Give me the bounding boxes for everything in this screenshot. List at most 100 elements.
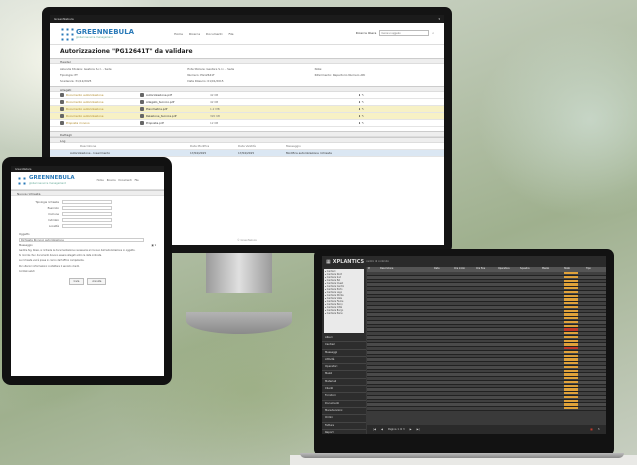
oggetto-input[interactable]: Richiesta Rinnovo autorizzazione [19,238,144,242]
form-input[interactable] [62,200,112,204]
attachment-file-cell[interactable]: Allegato_tecnico.pdf [140,100,210,104]
last-page-icon[interactable]: ▶| [417,428,420,431]
sidebar-item[interactable]: Materiali [322,379,366,387]
grid-cell [379,340,433,343]
sidebar-item[interactable]: Alberi [322,335,366,343]
grid-cell [379,381,433,384]
attachment-list: Documento autorizzazione Autorizzazione.p… [50,92,444,127]
grid-cell [585,276,605,279]
grid-cell [453,332,475,335]
send-button[interactable]: Invia [68,278,85,286]
grid-cell [585,313,605,316]
sidebar-item[interactable]: Messaggi [322,350,366,357]
attachment-file-cell[interactable]: Planimetria.pdf [140,107,210,111]
nav-home[interactable]: Home [174,32,183,36]
grid-cell [541,306,563,309]
grid-cell [519,362,541,365]
grid-cell [453,291,475,294]
nav-file[interactable]: File [228,32,233,36]
tablet-nav-home[interactable]: Home [97,179,104,182]
form-input[interactable] [62,206,112,210]
sidebar-item[interactable]: Operatori [322,364,366,372]
log-col-desc: Descrizione [80,144,97,148]
grid-cell [379,355,433,358]
status-pill [564,335,578,339]
attachment-row[interactable]: Documento autorizzazione Relazione_tecnic… [50,113,444,120]
grid-cell [497,280,519,283]
user-menu[interactable]: ▾ [438,17,440,21]
file-icon [140,114,144,118]
attachment-actions[interactable]: ⬇ ✎ [358,107,364,111]
grid-row[interactable] [367,407,606,411]
form-input[interactable] [62,218,112,222]
message-body[interactable]: Gentile Sig. Rossi, si richiede la docum… [11,248,164,274]
attachment-row[interactable]: Documento autorizzazione Allegato_tecnico… [50,99,444,106]
sidebar-item[interactable]: Fatture [322,423,366,430]
prev-page-icon[interactable]: ◀ [381,428,383,431]
status-pill [564,302,578,305]
grid-cell [497,325,519,328]
attachment-row[interactable]: Documento autorizzazione Planimetria.pdf 1… [50,106,444,113]
first-page-icon[interactable]: |◀ [373,428,376,431]
log-row[interactable]: Autorizzazione - Inserimento 17/04/2015 … [50,150,444,157]
grid-cell [563,358,585,361]
tablet-nav-ricerca[interactable]: Ricerca [107,179,116,182]
attach-icon[interactable]: ▣ ▾ [151,244,156,247]
attachment-actions[interactable]: ⬇ ✎ [358,121,364,125]
grid-cell [379,385,433,388]
grid-cell [453,400,475,403]
attachment-actions[interactable]: ⬇ ✎ [358,100,364,104]
grid-cell [519,280,541,283]
sidebar-item[interactable]: Report [322,430,366,434]
grid-cell [433,317,453,320]
next-page-icon[interactable]: ▶ [410,428,412,431]
sidebar-item[interactable]: Attività [322,357,366,365]
attachment-file-cell[interactable]: Autorizzazione.pdf [140,93,210,97]
grid-cell [379,400,433,403]
attachment-file-cell[interactable]: Relazione_tecnica.pdf [140,114,210,118]
grid-cell [367,373,379,376]
grid-cell [433,407,453,410]
nav-documenti[interactable]: Documenti [206,32,222,36]
sidebar-item[interactable]: Mezzi [322,371,366,379]
status-pill [564,343,578,346]
grid-cell [563,335,585,339]
sidebar-item[interactable]: Cantieri [322,342,366,350]
attachment-row[interactable]: Proposta rinnovo Proposta.pdf 12 KB ⬇ ✎ [50,120,444,127]
tablet-nav-file[interactable]: File [135,179,139,182]
file-icon [140,107,144,111]
tree-node[interactable]: ▸ Cantiere Piano [325,312,363,315]
sidebar-item[interactable]: Manutenzioni [322,408,366,416]
cancel-button[interactable]: Annulla [87,278,107,286]
sidebar-item[interactable]: Documenti [322,401,366,408]
grid-cell [367,358,379,361]
brand-icon: ▦ [326,258,331,265]
attachment-row[interactable]: Documento autorizzazione Autorizzazione.p… [50,92,444,99]
status-pill [564,399,578,402]
header-field: Data Rilascio: 01/01/2015 [187,79,224,83]
grid-cell [379,388,433,391]
grid-cell [541,366,563,369]
grid-cell [379,377,433,380]
form-input[interactable] [62,224,112,228]
delete-icon[interactable]: ■ [590,428,592,431]
attachment-name: Documento autorizzazione [66,107,104,111]
attachment-file-cell[interactable]: Proposta.pdf [140,121,210,125]
refresh-icon[interactable]: ↻ [598,428,600,431]
nav-ricerca[interactable]: Ricerca [189,32,200,36]
attachment-actions[interactable]: ⬇ ✎ [358,93,364,97]
grid-cell [475,325,497,328]
header: GREENNEBULA global resource management Ho… [50,23,444,45]
sidebar-item[interactable]: Ordini [322,415,366,423]
search-input[interactable] [379,30,430,36]
search-icon[interactable]: ⌕ [432,31,434,35]
tablet-nav-documenti[interactable]: Documenti [119,179,132,182]
form-input[interactable] [62,212,112,216]
sidebar-item[interactable]: Fornitori [322,393,366,401]
sidebar-item[interactable]: Clienti [322,386,366,394]
tree-panel[interactable]: ▸ Cantieri ▸ Cantiere Nord ▸ Cantiere Sud ▸… [324,269,364,333]
status-pill [564,354,578,357]
grid-cell [433,381,453,384]
attachment-actions[interactable]: ⬇ ✎ [358,114,364,118]
grid-cell [379,302,433,305]
